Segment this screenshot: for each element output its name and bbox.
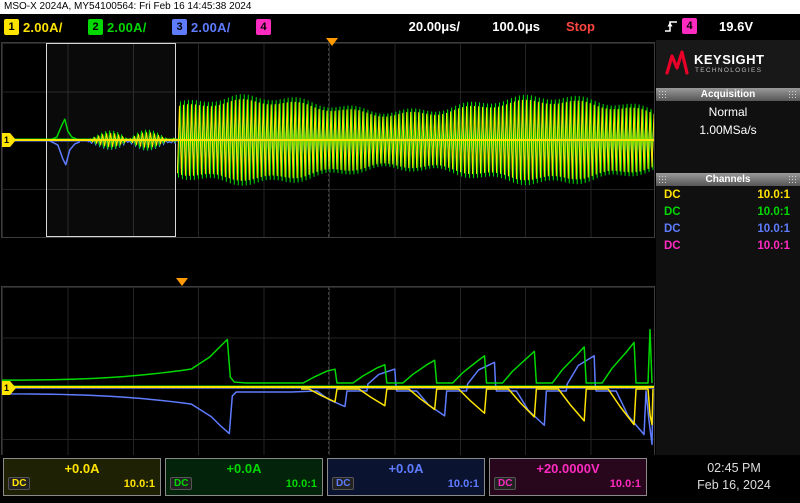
ch2-measurement-box[interactable]: +0.0A DC 10.0:1 <box>165 458 323 496</box>
acquisition-header-label: Acquisition <box>700 89 756 100</box>
ch1-scale-control[interactable]: 1 2.00A/ <box>4 18 63 36</box>
ch1-coupling-chip: DC <box>8 477 31 490</box>
acquisition-section-header[interactable]: Acquisition <box>656 88 800 101</box>
status-bar: 1 2.00A/ 2 2.00A/ 3 2.00A/ 4 20.00μs/ 10… <box>0 14 800 40</box>
sample-rate: 1.00MSa/s <box>699 123 757 137</box>
timebase-control[interactable]: 20.00μs/ <box>385 19 460 34</box>
trigger-time-marker[interactable] <box>326 38 338 46</box>
grip-dots-icon <box>788 90 798 99</box>
scope-display-area: 1 1 <box>0 38 656 490</box>
date-readout: Feb 16, 2024 <box>697 478 771 492</box>
ch3-probe-ratio: 10.0:1 <box>757 223 790 235</box>
trigger-level-readout: 19.6V <box>719 18 753 34</box>
ch1-coupling-row[interactable]: DC 10.0:1 <box>656 186 800 203</box>
main-waveform-display <box>2 94 654 186</box>
ch1-probe: 10.0:1 <box>123 477 155 490</box>
ch3-scale-control[interactable]: 3 2.00A/ <box>172 18 231 36</box>
main-timebase-panel: 1 <box>1 42 655 238</box>
acquisition-mode: Normal <box>708 105 748 119</box>
ch3-coupling-chip: DC <box>332 477 355 490</box>
ch2-badge: 2 <box>88 19 103 35</box>
ch4-probe: 10.0:1 <box>609 477 641 490</box>
grip-dots-icon <box>788 175 798 184</box>
trigger-control[interactable]: 4 19.6V <box>664 18 753 34</box>
ch1-badge: 1 <box>4 19 19 35</box>
channels-section-header[interactable]: Channels <box>656 173 800 186</box>
run-state-indicator[interactable]: Stop <box>566 19 595 34</box>
ch2-coupling-row[interactable]: DC 10.0:1 <box>656 203 800 220</box>
window-title: MSO-X 2024A, MY54100564: Fri Feb 16 14:4… <box>0 0 800 14</box>
ch4-coupling-chip: DC <box>494 477 517 490</box>
delay-readout[interactable]: 100.0μs <box>475 19 540 34</box>
ch1-probe-ratio: 10.0:1 <box>757 189 790 201</box>
trigger-source-badge: 4 <box>682 18 697 34</box>
ch2-value: +0.0A <box>226 461 262 476</box>
ch4-value: +20.0000V <box>536 461 600 476</box>
zoom-trigger-marker[interactable] <box>176 278 188 286</box>
brand-subtitle: TECHNOLOGIES <box>695 67 763 74</box>
ch1-value: +0.0A <box>64 461 100 476</box>
edge-trigger-icon <box>665 21 677 32</box>
clock: 02:45 PM Feb 16, 2024 <box>674 460 794 494</box>
ch2-scale-control[interactable]: 2 2.00A/ <box>88 18 147 36</box>
ch1-scale: 2.00A/ <box>23 19 63 35</box>
ch1-measurement-box[interactable]: +0.0A DC 10.0:1 <box>3 458 161 496</box>
ch2-probe-ratio: 10.0:1 <box>757 206 790 218</box>
ch2-coupling: DC <box>664 206 681 218</box>
ch3-probe: 10.0:1 <box>447 477 479 490</box>
ch2-probe: 10.0:1 <box>285 477 317 490</box>
oscilloscope-screen: MSO-X 2024A, MY54100564: Fri Feb 16 14:4… <box>0 0 800 503</box>
ch4-measurement-box[interactable]: +20.0000V DC 10.0:1 <box>489 458 647 496</box>
keysight-logo: KEYSIGHT TECHNOLOGIES <box>656 40 800 88</box>
ch3-scale: 2.00A/ <box>191 19 231 35</box>
ch3-coupling: DC <box>664 223 681 235</box>
measurement-bar: +0.0A DC 10.0:1 +0.0A DC 10.0:1 +0.0A DC… <box>0 455 800 503</box>
brand-name: KEYSIGHT <box>694 52 765 67</box>
time-readout: 02:45 PM <box>707 461 761 475</box>
grip-dots-icon <box>658 175 668 184</box>
ch1-coupling: DC <box>664 189 681 201</box>
ch3-measurement-box[interactable]: +0.0A DC 10.0:1 <box>327 458 485 496</box>
sidebar: KEYSIGHT TECHNOLOGIES Acquisition Normal… <box>656 40 800 455</box>
ch4-coupling-row[interactable]: DC 10.0:1 <box>656 237 800 254</box>
ch3-badge: 3 <box>172 19 187 35</box>
ch4-probe-ratio: 10.0:1 <box>757 240 790 252</box>
ch3-coupling-row[interactable]: DC 10.0:1 <box>656 220 800 237</box>
keysight-spark-icon <box>665 50 689 75</box>
ch3-value: +0.0A <box>388 461 424 476</box>
ch4-coupling: DC <box>664 240 681 252</box>
grip-dots-icon <box>658 90 668 99</box>
ch4-badge: 4 <box>256 19 271 35</box>
ch4-scale-control[interactable]: 4 <box>256 18 275 36</box>
ch2-scale: 2.00A/ <box>107 19 147 35</box>
ch2-coupling-chip: DC <box>170 477 193 490</box>
channels-header-label: Channels <box>705 174 751 185</box>
